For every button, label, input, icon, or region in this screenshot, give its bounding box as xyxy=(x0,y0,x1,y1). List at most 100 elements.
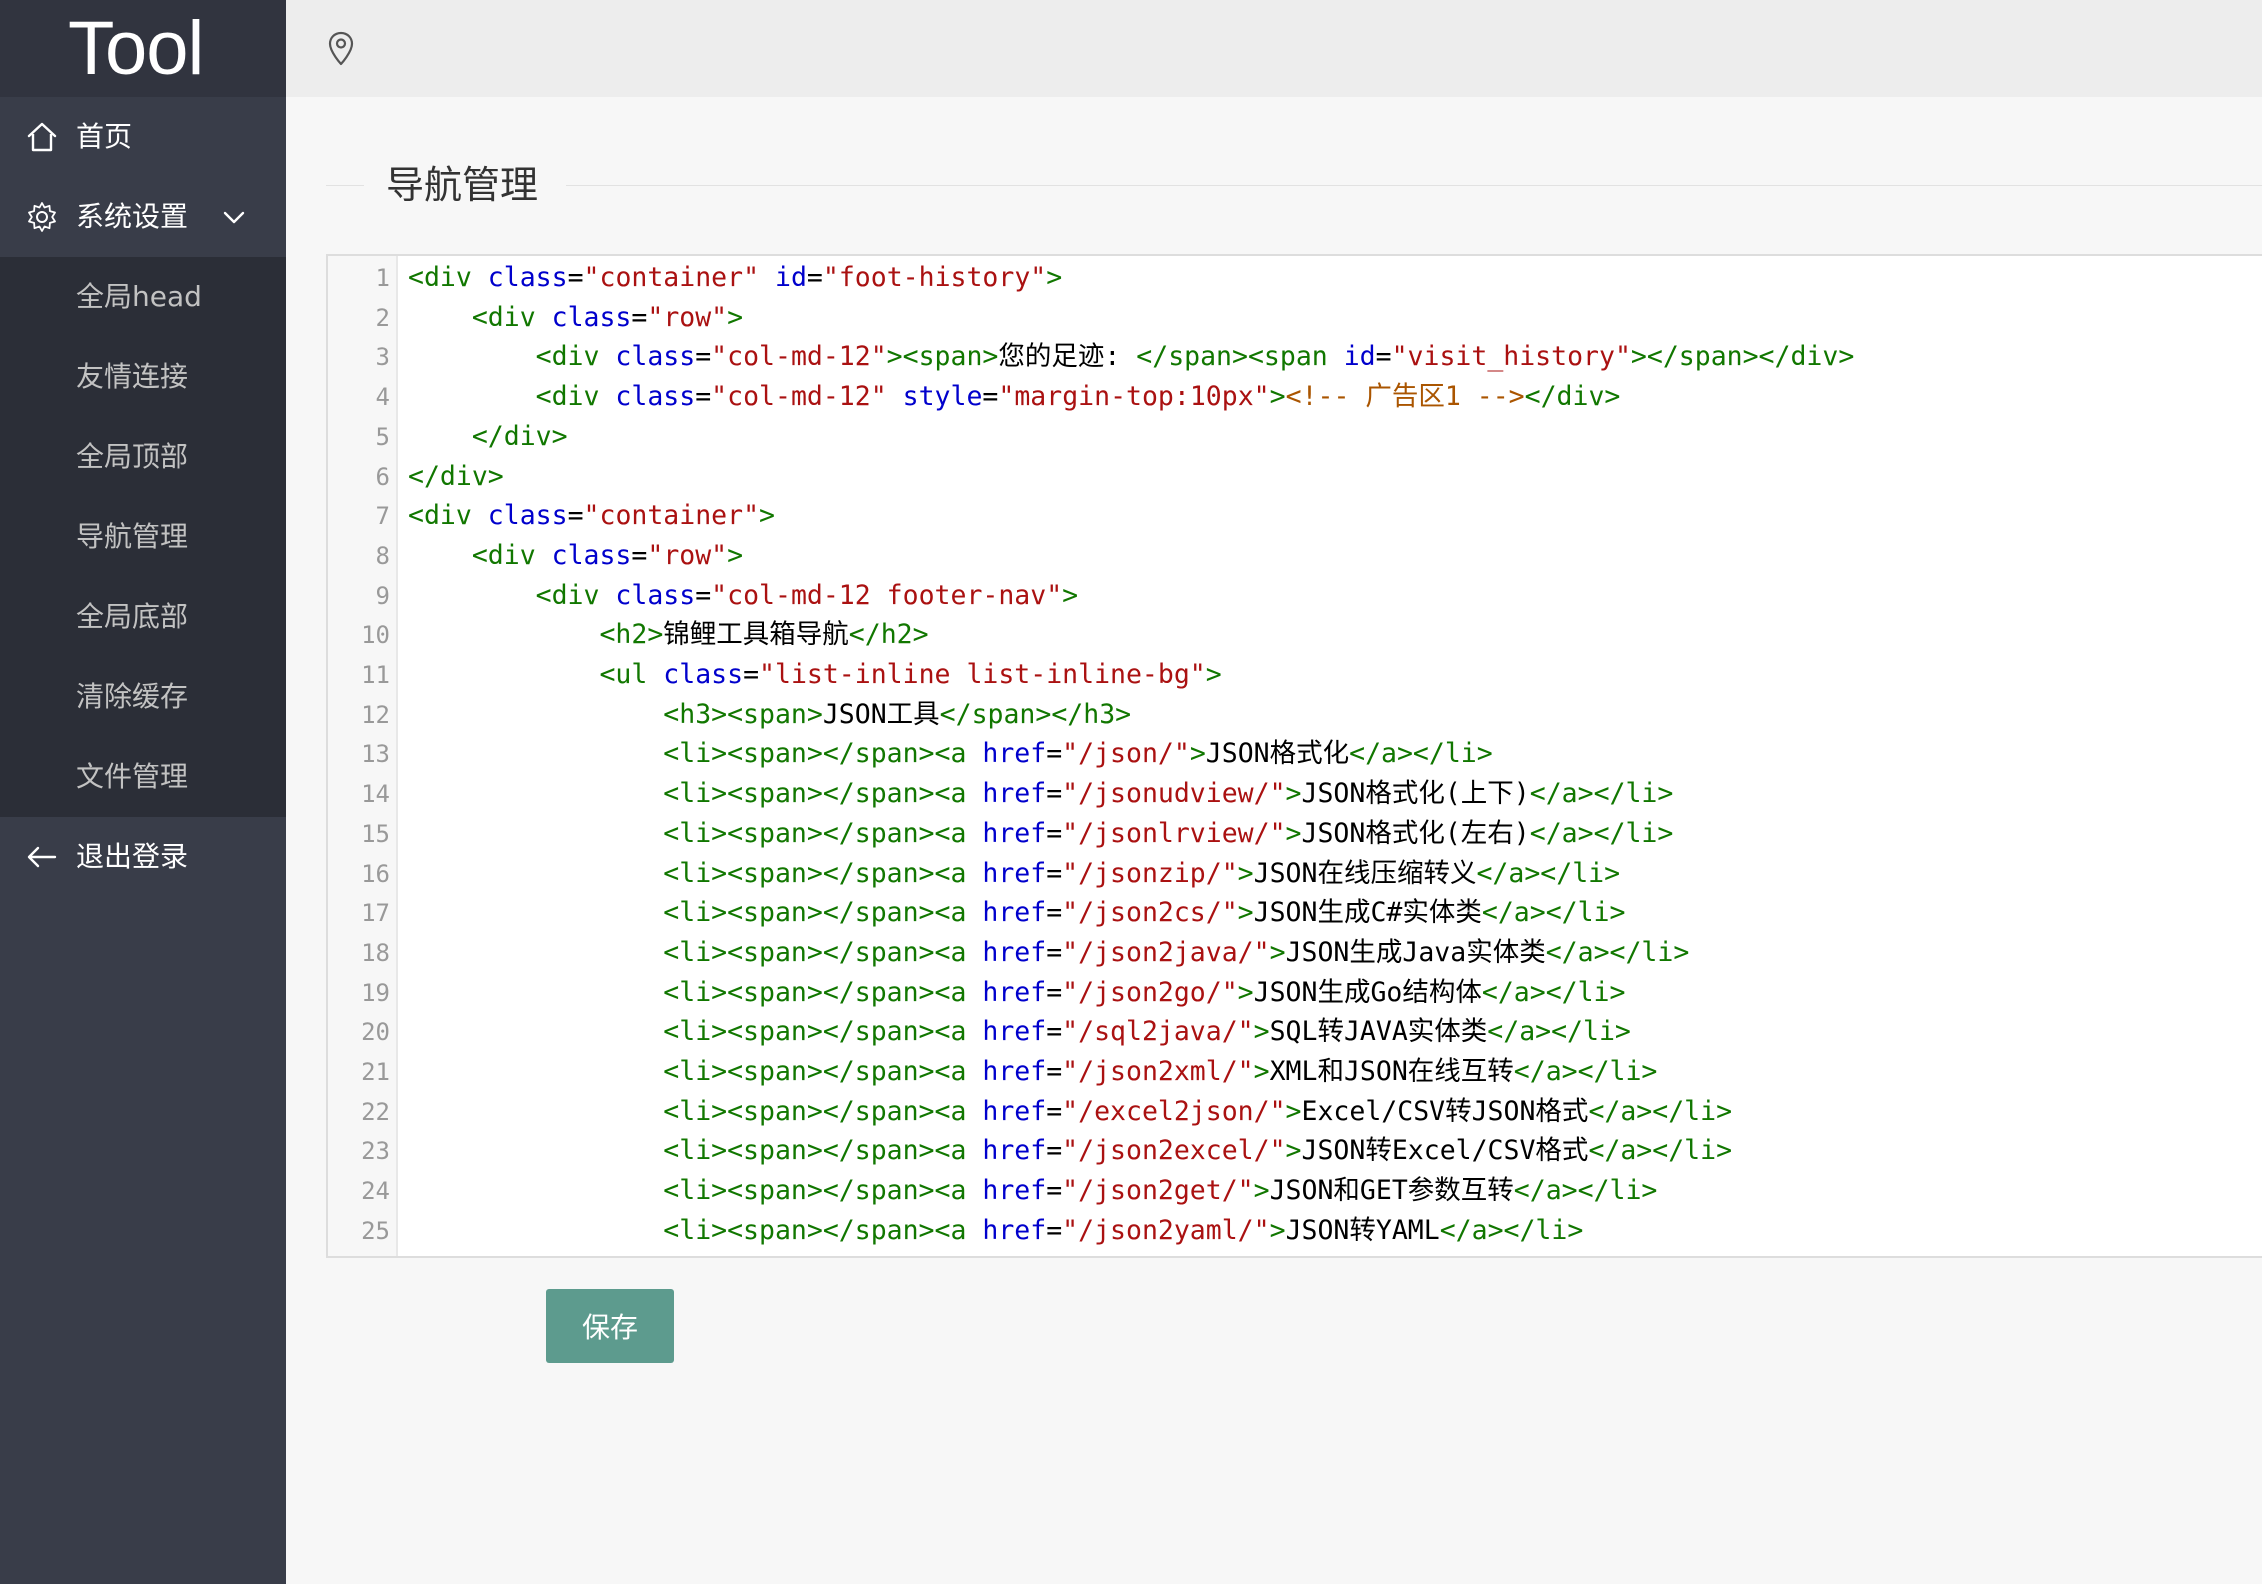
code-token: JSON生成C#实体类 xyxy=(1253,897,1482,929)
code-token: > xyxy=(1237,897,1254,929)
code-line: 1 <div class="container" id="foot-history… xyxy=(328,258,2262,298)
code-token: </a></li> xyxy=(1476,857,1621,889)
code-token: class xyxy=(487,262,568,293)
code-token: = xyxy=(631,539,648,571)
code-token: "col-md-12" xyxy=(711,381,887,413)
code-line: 2 <div class="row"> xyxy=(328,298,2262,338)
code-token: > xyxy=(1237,857,1254,889)
code-token: "container" xyxy=(583,262,760,293)
code-token: "visit_history" xyxy=(1391,341,1631,373)
sidebar-item-nav-manage[interactable]: 导航管理 xyxy=(0,497,286,577)
line-number: 9 xyxy=(375,581,390,610)
code-text: <li><span></span><a href="/jsonudview/">… xyxy=(408,774,1673,814)
code-token: JSON格式化(上下) xyxy=(1301,778,1530,810)
code-text: <h3><span>JSON工具</span></h3> xyxy=(408,695,1131,735)
code-text: <li><span></span><a href="/jsonzip/">JSO… xyxy=(408,854,1620,894)
line-number: 12 xyxy=(361,700,390,729)
code-token: = xyxy=(1046,738,1063,770)
code-token: <li><span></span><a xyxy=(663,817,983,849)
code-line: 16 <li><span></span><a href="/jsonzip/">… xyxy=(328,854,2262,894)
code-token: JSON格式化 xyxy=(1205,738,1350,770)
settings-submenu: 全局head 友情连接 全局顶部 导航管理 全局底部 清除缓存 文件管理 xyxy=(0,257,286,817)
code-line: 4 <div class="col-md-12" style="margin-t… xyxy=(328,377,2262,417)
code-token: "margin-top:10px" xyxy=(998,381,1270,413)
code-token: <div xyxy=(471,301,552,333)
code-token: "/jsonudview/" xyxy=(1062,778,1286,810)
code-token: <li><span></span><a xyxy=(663,738,983,770)
code-line: 18 <li><span></span><a href="/json2java/… xyxy=(328,933,2262,973)
code-token: </h2> xyxy=(848,619,929,651)
code-line: 14 <li><span></span><a href="/jsonudview… xyxy=(328,774,2262,814)
code-token: class xyxy=(615,381,696,413)
nav-item-settings[interactable]: 系统设置 xyxy=(0,177,286,257)
code-text: <li><span></span><a href="/json2excel/">… xyxy=(408,1131,1732,1171)
nav-item-logout[interactable]: 退出登录 xyxy=(0,817,286,897)
location-pin-icon[interactable] xyxy=(326,30,356,68)
nav-item-home[interactable]: 首页 xyxy=(0,97,286,177)
code-token: </a></li> xyxy=(1588,1135,1733,1167)
code-token: href xyxy=(982,1095,1047,1127)
code-token: = xyxy=(1046,1214,1063,1246)
code-line: 23 <li><span></span><a href="/json2excel… xyxy=(328,1131,2262,1171)
code-token: </a></li> xyxy=(1513,1175,1658,1207)
sidebar-item-friend-links[interactable]: 友情连接 xyxy=(0,337,286,417)
code-text: <div class="col-md-12 footer-nav"> xyxy=(408,576,1079,616)
code-token: <div xyxy=(408,262,488,293)
code-line: 25 <li><span></span><a href="/json2yaml/… xyxy=(328,1211,2262,1251)
code-token: href xyxy=(982,1056,1047,1087)
sidebar-item-global-bottom[interactable]: 全局底部 xyxy=(0,577,286,657)
code-token: </a></li> xyxy=(1529,817,1674,849)
code-token: = xyxy=(1046,1016,1063,1048)
code-token: "/json2excel/" xyxy=(1062,1135,1286,1167)
code-text: <li><span></span><a href="/excel2json/">… xyxy=(408,1092,1732,1132)
sidebar-item-file-manage[interactable]: 文件管理 xyxy=(0,737,286,817)
code-token: = xyxy=(567,500,584,532)
code-token: "container" xyxy=(583,500,760,532)
code-token: href xyxy=(982,936,1047,968)
line-number: 26 xyxy=(328,1251,390,1257)
code-text: <li><span></span><a href="/json2go/">JSO… xyxy=(408,973,1625,1013)
code-token: href xyxy=(982,1135,1047,1167)
code-token: </a></li> xyxy=(1545,936,1690,968)
code-token: > xyxy=(1237,976,1254,1008)
code-text: <li><span></span><a href="/json2xml/">XM… xyxy=(408,1052,1657,1092)
sidebar-item-clear-cache[interactable]: 清除缓存 xyxy=(0,657,286,737)
code-token: <li><span></span><a xyxy=(663,1135,983,1167)
code-text: <div class="container"> xyxy=(408,496,775,536)
line-number: 19 xyxy=(361,978,390,1007)
save-button[interactable]: 保存 xyxy=(546,1289,674,1363)
line-number: 2 xyxy=(375,303,390,332)
code-text: </div> xyxy=(408,417,568,457)
code-token: <li><span></span><a xyxy=(663,976,983,1008)
code-token: </a></li> xyxy=(1349,738,1493,770)
code-text: <div class="row"> xyxy=(408,536,743,576)
code-line: 13 <li><span></span><a href="/json/">JSO… xyxy=(328,734,2262,774)
code-token: href xyxy=(982,1214,1047,1246)
code-token: ></span></div> xyxy=(1630,341,1855,373)
code-token: = xyxy=(743,659,760,690)
code-token: "/json2yaml/" xyxy=(1062,1214,1270,1246)
code-line: 3 <div class="col-md-12"><span>您的足迹: </s… xyxy=(328,337,2262,377)
code-token: <h2> xyxy=(599,619,664,651)
code-text: <li><span></span><a href="/json2java/">J… xyxy=(408,933,1689,973)
code-token: = xyxy=(695,381,712,413)
code-token: > xyxy=(1285,1135,1302,1167)
sidebar-item-global-head[interactable]: 全局head xyxy=(0,257,286,337)
sidebar-item-global-top[interactable]: 全局顶部 xyxy=(0,417,286,497)
code-token: > xyxy=(1285,817,1302,849)
code-token: = xyxy=(695,341,712,373)
code-token: </a></li> xyxy=(1513,1056,1658,1087)
line-number: 15 xyxy=(361,819,390,848)
code-token: = xyxy=(1046,1056,1063,1087)
code-editor[interactable]: 1 <div class="container" id="foot-history… xyxy=(326,254,2262,1258)
code-token: </div> xyxy=(408,460,504,492)
code-token: <li><span></span><a xyxy=(663,936,983,968)
code-token: > xyxy=(1205,659,1222,690)
code-line: 8 <div class="row"> xyxy=(328,536,2262,576)
